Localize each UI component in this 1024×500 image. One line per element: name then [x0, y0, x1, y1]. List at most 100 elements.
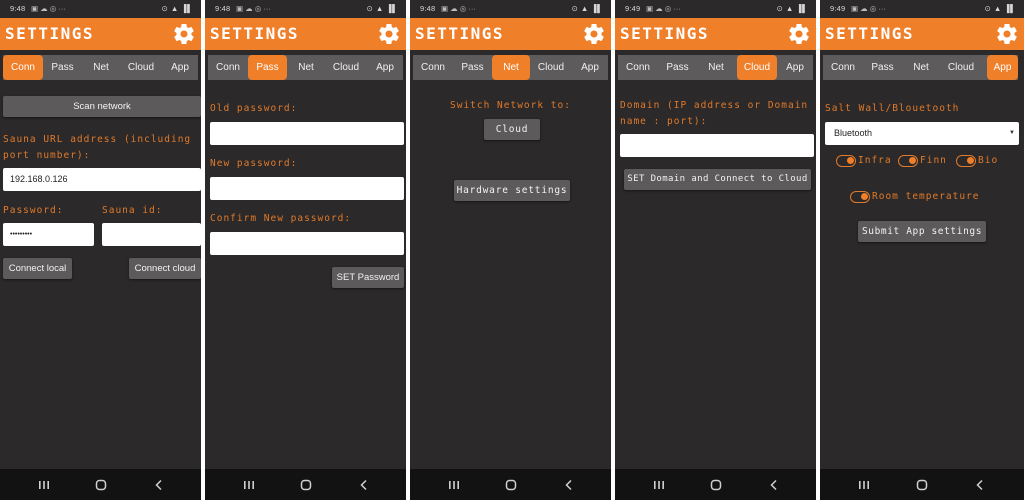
tab-cloud[interactable]: Cloud [530, 55, 572, 80]
status-signal-icons: ⊙ ▲ ▐▌ [571, 4, 603, 13]
tab-app[interactable]: App [572, 55, 608, 80]
home-icon[interactable] [709, 478, 723, 492]
submit-app-settings-button[interactable]: Submit App settings [858, 221, 986, 242]
salt-wall-label: Salt Wall/Blouetooth [825, 103, 960, 114]
confirm-password-input[interactable] [210, 232, 404, 255]
sauna-id-label: Sauna id: [102, 205, 163, 216]
tab-conn[interactable]: Conn [413, 55, 453, 80]
android-nav-bar [820, 469, 1024, 500]
password-input[interactable]: ••••••••• [3, 223, 94, 246]
old-password-input[interactable] [210, 122, 404, 145]
tab-pass[interactable]: Pass [248, 55, 287, 80]
switch-network-label: Switch Network to: [450, 100, 571, 111]
app-header: SETTINGS [410, 18, 611, 50]
password-label: Password: [3, 205, 64, 216]
connect-local-button[interactable]: Connect local [3, 258, 72, 279]
room-temperature-label: Room temperature [872, 191, 980, 202]
android-nav-bar [0, 469, 201, 500]
toggle-knob [861, 193, 868, 200]
home-icon[interactable] [504, 478, 518, 492]
set-domain-button[interactable]: SET Domain and Connect to Cloud [624, 169, 811, 190]
salt-wall-select[interactable]: Bluetooth ▼ [825, 122, 1019, 145]
app-header: SETTINGS [820, 18, 1024, 50]
bio-toggle[interactable] [956, 155, 976, 167]
back-icon[interactable] [357, 478, 371, 492]
status-signal-icons: ⊙ ▲ ▐▌ [161, 4, 193, 13]
back-icon[interactable] [767, 478, 781, 492]
tab-cloud[interactable]: Cloud [325, 55, 367, 80]
set-password-button[interactable]: SET Password [332, 267, 404, 288]
status-bar: 9:48 ▣ ☁ ◎ ··· ⊙ ▲ ▐▌ [410, 0, 611, 18]
infra-toggle[interactable] [836, 155, 856, 167]
domain-label: Domain (IP address or Domain name : port… [620, 100, 809, 127]
toggle-knob [967, 157, 974, 164]
connect-cloud-button[interactable]: Connect cloud [129, 258, 201, 279]
tab-pass[interactable]: Pass [863, 55, 902, 80]
confirm-password-label: Confirm New password: [210, 213, 352, 224]
recent-apps-icon[interactable] [447, 478, 461, 492]
hardware-settings-button[interactable]: Hardware settings [454, 180, 570, 201]
app-header: SETTINGS [0, 18, 201, 50]
tab-bar: Conn Pass Net Cloud App [618, 55, 813, 80]
tab-conn[interactable]: Conn [3, 55, 43, 80]
room-temperature-toggle[interactable] [850, 191, 870, 203]
home-icon[interactable] [915, 478, 929, 492]
phone-screen-app: 9:49 ▣ ☁ ◎ ··· ⊙ ▲ ▐▌ SETTINGS Conn Pass… [820, 0, 1024, 500]
tab-bar: Conn Pass Net Cloud App [208, 55, 403, 80]
tab-bar: Conn Pass Net Cloud App [413, 55, 608, 80]
android-nav-bar [615, 469, 816, 500]
app-header: SETTINGS [615, 18, 816, 50]
finn-toggle[interactable] [898, 155, 918, 167]
tab-pass[interactable]: Pass [43, 55, 82, 80]
tab-net[interactable]: Net [492, 55, 530, 80]
tab-net[interactable]: Net [82, 55, 120, 80]
sauna-id-input[interactable] [102, 223, 201, 246]
back-icon[interactable] [562, 478, 576, 492]
tab-conn[interactable]: Conn [208, 55, 248, 80]
tab-net[interactable]: Net [287, 55, 325, 80]
android-nav-bar [410, 469, 611, 500]
new-password-input[interactable] [210, 177, 404, 200]
back-icon[interactable] [973, 478, 987, 492]
status-notification-icons: ▣ ☁ ◎ ··· [646, 4, 681, 13]
tab-app[interactable]: App [777, 55, 813, 80]
status-time: 9:49 [625, 4, 641, 13]
tab-conn[interactable]: Conn [823, 55, 863, 80]
tab-net[interactable]: Net [697, 55, 735, 80]
home-icon[interactable] [94, 478, 108, 492]
recent-apps-icon[interactable] [857, 478, 871, 492]
tab-app[interactable]: App [162, 55, 198, 80]
tab-cloud[interactable]: Cloud [940, 55, 982, 80]
gear-icon[interactable] [172, 22, 196, 46]
tab-pass[interactable]: Pass [453, 55, 492, 80]
sauna-url-input[interactable]: 192.168.0.126 [3, 168, 201, 191]
page-title: SETTINGS [415, 24, 505, 43]
phone-screen-net: 9:48 ▣ ☁ ◎ ··· ⊙ ▲ ▐▌ SETTINGS Conn Pass… [410, 0, 611, 500]
tab-app[interactable]: App [367, 55, 403, 80]
gear-icon[interactable] [787, 22, 811, 46]
recent-apps-icon[interactable] [37, 478, 51, 492]
gear-icon[interactable] [377, 22, 401, 46]
status-bar: 9:48 ▣ ☁ ◎ ··· ⊙ ▲ ▐▌ [205, 0, 406, 18]
status-time: 9:49 [830, 4, 846, 13]
app-header: SETTINGS [205, 18, 406, 50]
tab-net[interactable]: Net [902, 55, 940, 80]
new-password-label: New password: [210, 158, 298, 169]
home-icon[interactable] [299, 478, 313, 492]
status-bar: 9:49 ▣ ☁ ◎ ··· ⊙ ▲ ▐▌ [615, 0, 816, 18]
tab-pass[interactable]: Pass [658, 55, 697, 80]
recent-apps-icon[interactable] [652, 478, 666, 492]
recent-apps-icon[interactable] [242, 478, 256, 492]
tab-app[interactable]: App [987, 55, 1018, 80]
scan-network-button[interactable]: Scan network [3, 96, 201, 117]
tab-conn[interactable]: Conn [618, 55, 658, 80]
gear-icon[interactable] [582, 22, 606, 46]
status-time: 9:48 [420, 4, 436, 13]
tab-cloud[interactable]: Cloud [737, 55, 777, 80]
cloud-network-button[interactable]: Cloud [484, 119, 540, 140]
domain-input[interactable] [620, 134, 814, 157]
status-signal-icons: ⊙ ▲ ▐▌ [984, 4, 1016, 13]
back-icon[interactable] [152, 478, 166, 492]
tab-cloud[interactable]: Cloud [120, 55, 162, 80]
gear-icon[interactable] [995, 22, 1019, 46]
